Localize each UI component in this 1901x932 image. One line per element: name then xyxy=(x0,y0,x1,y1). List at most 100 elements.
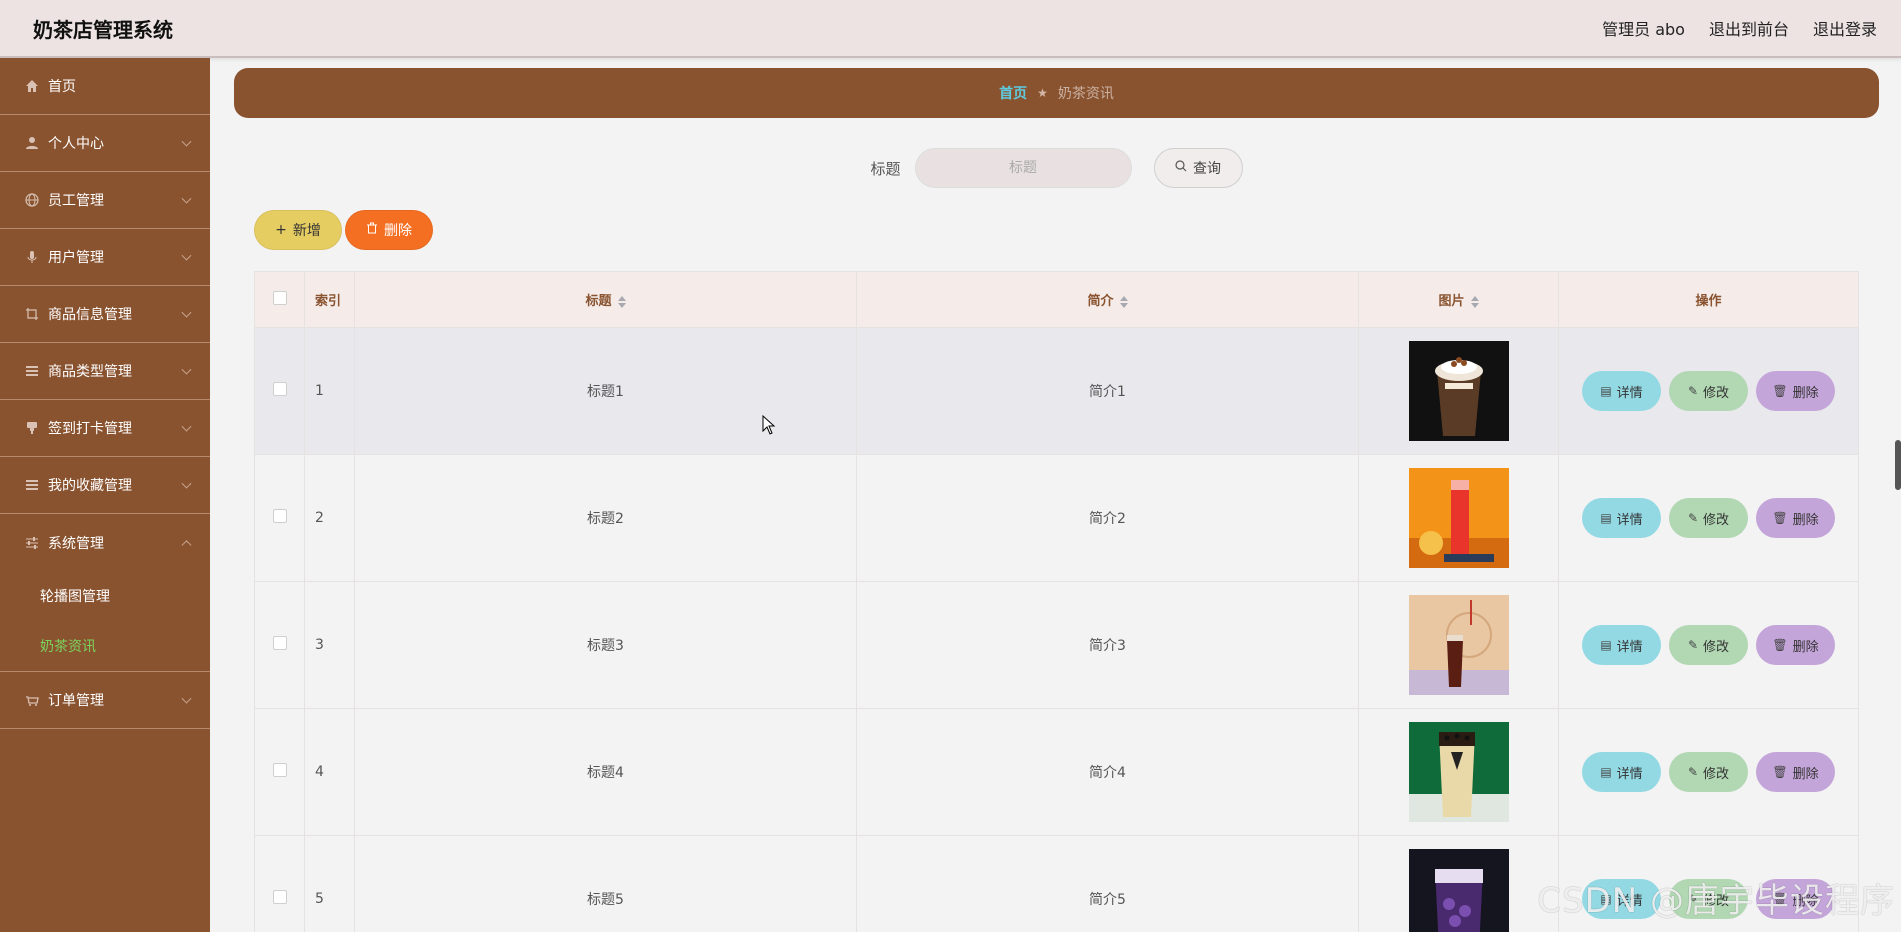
row-select-cell xyxy=(254,454,305,582)
black-tea-image[interactable] xyxy=(1408,595,1509,695)
watermark: CSDN @唐宇毕设程序 xyxy=(1537,881,1895,921)
sidebar-item-favorites[interactable]: 我的收藏管理 xyxy=(0,457,210,514)
delete-label: 删除 xyxy=(1792,512,1819,528)
page-scrollbar-thumb[interactable] xyxy=(1895,440,1901,490)
row-checkbox[interactable] xyxy=(272,382,287,396)
title-header[interactable]: 标题 xyxy=(354,271,857,328)
chevron-down-icon xyxy=(181,693,192,704)
sort-icon[interactable] xyxy=(1119,295,1128,308)
sidebar-item-users[interactable]: 用户管理 xyxy=(0,229,210,286)
sidebar-subitem-tea-news[interactable]: 奶茶资讯 xyxy=(0,621,210,671)
sidebar-item-label: 我的收藏管理 xyxy=(48,478,132,494)
trash-icon: 🗑 xyxy=(1772,638,1788,652)
row-checkbox[interactable] xyxy=(272,509,287,523)
sidebar-item-product-info[interactable]: 商品信息管理 xyxy=(0,286,210,343)
title-search-input[interactable] xyxy=(914,148,1132,188)
row-ops-cell: ▤ 详情 ✎ 修改 🗑 删除 xyxy=(1558,581,1859,709)
detail-button[interactable]: ▤ 详情 xyxy=(1582,371,1661,411)
globe-icon xyxy=(24,192,40,208)
row-index: 2 xyxy=(304,454,355,582)
batch-delete-button-label: 删除 xyxy=(384,223,412,239)
exit-to-front-link[interactable]: 退出到前台 xyxy=(1709,16,1789,40)
document-icon: ▤ xyxy=(1600,765,1612,779)
title-header-label: 标题 xyxy=(585,294,612,309)
index-header: 索引 xyxy=(304,271,355,328)
row-summary: 简介3 xyxy=(856,581,1359,709)
row-checkbox[interactable] xyxy=(272,636,287,650)
sidebar-item-personal-center[interactable]: 个人中心 xyxy=(0,115,210,172)
document-icon: ▤ xyxy=(1600,638,1612,652)
image-header[interactable]: 图片 xyxy=(1358,271,1559,328)
edit-button[interactable]: ✎ 修改 xyxy=(1669,752,1748,792)
sort-icon[interactable] xyxy=(617,295,626,308)
bubble-tea-image[interactable] xyxy=(1408,722,1509,822)
sidebar-item-orders[interactable]: 订单管理 xyxy=(0,672,210,729)
breadcrumb-home[interactable]: 首页 xyxy=(999,83,1027,103)
admin-user-label[interactable]: 管理员 abo xyxy=(1602,16,1685,40)
system-submenu: 轮播图管理 奶茶资讯 xyxy=(0,571,210,672)
summary-header[interactable]: 简介 xyxy=(856,271,1359,328)
row-index: 3 xyxy=(304,581,355,709)
sidebar-item-label: 订单管理 xyxy=(48,693,104,709)
sidebar-item-label: 签到打卡管理 xyxy=(48,421,132,437)
delete-button[interactable]: 🗑 删除 xyxy=(1756,625,1835,665)
detail-button[interactable]: ▤ 详情 xyxy=(1582,625,1661,665)
crop-icon xyxy=(24,306,40,322)
row-ops-cell: ▤ 详情 ✎ 修改 🗑 删除 xyxy=(1558,454,1859,582)
table-row[interactable]: 1 标题1 简介1 ▤ 详情 ✎ 修改 🗑 删除 xyxy=(254,327,1859,455)
header-actions: 管理员 abo 退出到前台 退出登录 xyxy=(1602,16,1877,40)
grape-tea-image[interactable] xyxy=(1408,849,1509,932)
select-all-checkbox[interactable] xyxy=(272,290,287,305)
app-title: 奶茶店管理系统 xyxy=(33,17,173,42)
chevron-down-icon xyxy=(181,364,192,375)
edit-button[interactable]: ✎ 修改 xyxy=(1669,371,1748,411)
table-row[interactable]: 2 标题2 简介2 ▤ 详情 ✎ 修改 🗑 删除 xyxy=(254,454,1859,582)
milk-tea-image[interactable] xyxy=(1408,341,1509,441)
row-checkbox[interactable] xyxy=(272,890,287,904)
delete-button[interactable]: 🗑 删除 xyxy=(1756,498,1835,538)
sort-icon[interactable] xyxy=(1470,295,1479,308)
sidebar-item-label: 系统管理 xyxy=(48,535,104,552)
table-row[interactable]: 3 标题3 简介3 ▤ 详情 ✎ 修改 🗑 删除 xyxy=(254,581,1859,709)
sidebar-item-system[interactable]: 系统管理 xyxy=(0,514,210,571)
chevron-down-icon xyxy=(181,136,192,147)
document-icon: ▤ xyxy=(1600,384,1612,398)
delete-button[interactable]: 🗑 删除 xyxy=(1756,752,1835,792)
row-image-cell xyxy=(1358,327,1559,455)
row-title: 标题3 xyxy=(354,581,857,709)
delete-button[interactable]: 🗑 删除 xyxy=(1756,371,1835,411)
search-icon xyxy=(1175,160,1187,176)
add-button[interactable]: + 新增 xyxy=(254,210,342,250)
ops-header: 操作 xyxy=(1558,271,1859,328)
user-icon xyxy=(24,135,40,151)
detail-button[interactable]: ▤ 详情 xyxy=(1582,752,1661,792)
batch-delete-button[interactable]: 删除 xyxy=(345,210,433,250)
logout-link[interactable]: 退出登录 xyxy=(1813,16,1877,40)
action-buttons: + 新增 删除 xyxy=(254,210,433,250)
row-checkbox[interactable] xyxy=(272,763,287,777)
delete-label: 删除 xyxy=(1792,385,1819,401)
row-title: 标题1 xyxy=(354,327,857,455)
edit-button[interactable]: ✎ 修改 xyxy=(1669,625,1748,665)
sidebar-item-checkin[interactable]: 签到打卡管理 xyxy=(0,400,210,457)
row-title: 标题4 xyxy=(354,708,857,836)
detail-label: 详情 xyxy=(1616,385,1643,401)
add-button-label: 新增 xyxy=(292,223,321,239)
query-button[interactable]: 查询 xyxy=(1153,148,1243,188)
fruit-tea-image[interactable] xyxy=(1408,468,1509,568)
pencil-icon: ✎ xyxy=(1687,765,1699,779)
table-row[interactable]: 4 标题4 简介4 ▤ 详情 ✎ 修改 🗑 删除 xyxy=(254,708,1859,836)
sidebar-item-home[interactable]: 首页 xyxy=(0,58,210,115)
edit-button[interactable]: ✎ 修改 xyxy=(1669,498,1748,538)
sidebar-item-staff[interactable]: 员工管理 xyxy=(0,172,210,229)
row-summary: 简介5 xyxy=(856,835,1359,932)
summary-header-label: 简介 xyxy=(1087,294,1114,309)
detail-button[interactable]: ▤ 详情 xyxy=(1582,498,1661,538)
plus-icon: + xyxy=(275,222,287,238)
mouse-cursor-icon xyxy=(762,415,776,435)
sidebar-subitem-carousel[interactable]: 轮播图管理 xyxy=(0,571,210,621)
sidebar-item-product-type[interactable]: 商品类型管理 xyxy=(0,343,210,400)
pencil-icon: ✎ xyxy=(1687,384,1699,398)
row-select-cell xyxy=(254,581,305,709)
row-index: 1 xyxy=(304,327,355,455)
